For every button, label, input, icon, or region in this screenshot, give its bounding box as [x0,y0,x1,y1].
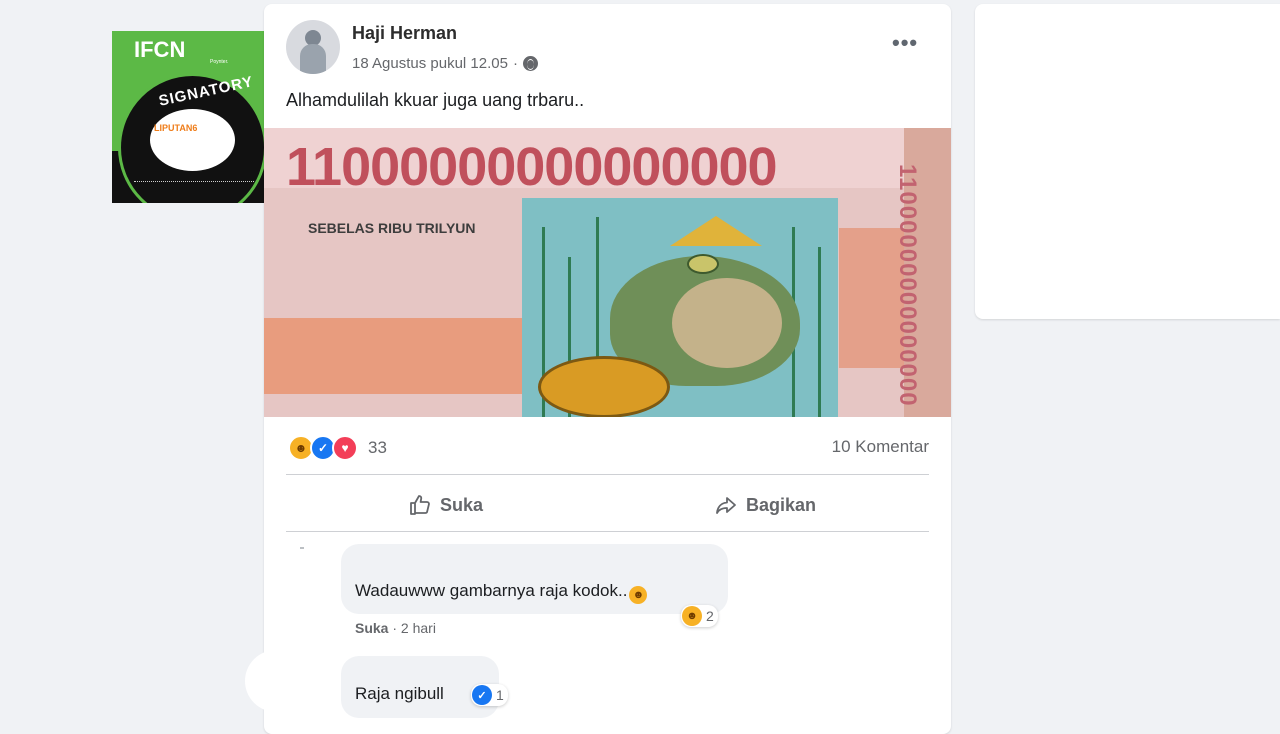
share-button[interactable]: Bagikan [714,493,816,517]
more-options-icon[interactable]: ••• [892,30,918,56]
author-avatar[interactable] [286,20,340,74]
haha-icon: ☻ [682,606,702,626]
globe-icon[interactable] [522,56,538,71]
avatar-body [300,44,326,74]
frog-eye [687,254,719,274]
love-icon: ♥ [332,435,358,461]
ifcn-signatory-badge: IFCN Poynter. SIGNATORY LIPUTAN6 [112,31,273,203]
post-meta: 18 Agustus pukul 12.05 · [352,55,538,72]
badge-dotted-text [134,181,254,188]
frog-king-illustration [522,198,838,417]
share-button-label: Bagikan [746,494,817,515]
divider [286,474,929,475]
badge-inner-circle [150,109,235,171]
like-button[interactable]: Suka [408,493,483,517]
post-photo[interactable]: 11000000000000000 SEBELAS RIBU TRILYUN 1… [264,128,951,417]
comment-text: Raja ngibull [355,684,444,703]
note-amount-vertical: 11000000000000000 [894,164,921,407]
reed [818,247,821,417]
reaction-summary[interactable]: ☻ ✓ ♥ 33 [288,435,387,461]
comment-reaction-badge[interactable]: ☻ 2 [681,605,718,627]
reaction-count: 33 [368,438,387,457]
comment-time[interactable]: 2 hari [401,620,436,636]
comments-count-link[interactable]: 10 Komentar [832,437,929,457]
comment-connector [300,547,304,549]
ifcn-logo: IFCN [134,37,186,62]
comment-text-body: Wadauwww gambarnya raja kodok.. [355,581,628,600]
laughing-emoji-icon: ☻ [629,586,648,604]
redaction-mask [245,650,307,712]
comment-reaction-count: 2 [706,608,714,624]
post-card: Haji Herman 18 Agustus pukul 12.05 · •••… [264,4,951,734]
meta-separator: · [512,55,518,72]
comment-like-link[interactable]: Suka [355,620,388,636]
note-amount: 11000000000000000 [286,137,778,197]
comment-reaction-count: 1 [496,687,504,703]
comment-mask [734,546,798,576]
liputan6-logo: LIPUTAN6 [154,123,198,133]
comment-reaction-badge[interactable]: ✓ 1 [471,684,508,706]
note-pattern-left [264,318,524,394]
comment-text: Wadauwww gambarnya raja kodok.. ☻ [355,581,648,604]
like-icon: ✓ [472,685,492,705]
post-text: Alhamdulilah kkuar juga uang trbaru.. [286,90,585,110]
right-sidebar-panel [975,4,1280,319]
comment-meta: Suka · 2 hari [355,620,436,636]
share-arrow-icon [716,497,736,514]
like-button-label: Suka [440,494,484,515]
crown-icon [670,216,762,246]
comment-meta-separator: · [392,620,398,636]
author-name[interactable]: Haji Herman [352,23,457,44]
note-amount-words: SEBELAS RIBU TRILYUN [308,220,476,236]
frog-belly [672,278,782,368]
divider [286,531,929,532]
post-timestamp[interactable]: 18 Agustus pukul 12.05 [352,55,508,72]
gold-coin [538,356,670,417]
poynter-logo: Poynter. [210,59,229,65]
thumbs-up-icon [410,495,430,515]
